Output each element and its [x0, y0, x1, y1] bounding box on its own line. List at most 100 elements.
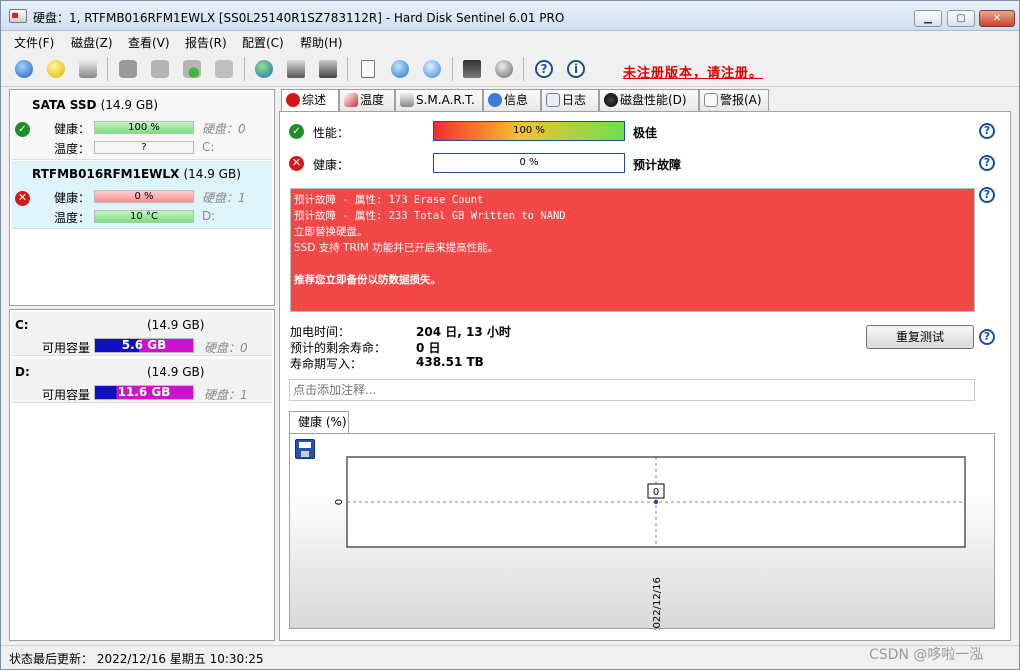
- ok-status-icon: ✓: [15, 122, 30, 137]
- register-link[interactable]: 未注册版本，请注册。: [623, 62, 763, 81]
- tab-smart[interactable]: S.M.A.R.T.: [395, 89, 483, 111]
- tab-performance[interactable]: 磁盘性能(D): [599, 89, 699, 111]
- x-tick-label: 2022/12/16: [652, 577, 663, 630]
- disk-name: SATA SSD (14.9 GB): [32, 98, 159, 112]
- gauge-icon: [604, 93, 618, 107]
- alert-blank: [294, 256, 971, 272]
- menu-view[interactable]: 查看(V): [128, 34, 170, 51]
- watermark: CSDN @哆啦一泓: [869, 647, 984, 663]
- error-status-icon: ✕: [15, 191, 30, 206]
- free-space-label: 可用容量: [42, 388, 91, 402]
- health-error-icon: ✕: [289, 156, 304, 171]
- alert-doc-icon: [704, 93, 718, 107]
- disk-number: 硬盘：1: [204, 388, 248, 402]
- volume-letter: D:: [15, 365, 30, 379]
- refresh-icon[interactable]: [11, 56, 37, 82]
- close-button[interactable]: ✕: [979, 10, 1015, 27]
- info-tab-icon: [488, 93, 502, 107]
- log-icon: [546, 93, 560, 107]
- volume-size: (14.9 GB): [147, 365, 205, 379]
- minimize-button[interactable]: ▁: [914, 10, 942, 27]
- volume-letter: C:: [15, 318, 29, 332]
- network-remove-icon[interactable]: [211, 56, 237, 82]
- power-on-value: 204 日, 13 小时: [416, 325, 511, 339]
- remaining-life-label: 预计的剩余寿命：: [290, 341, 387, 355]
- warning-icon[interactable]: [43, 56, 69, 82]
- menu-file[interactable]: 文件(F): [14, 34, 54, 51]
- y-tick-label: 0: [334, 499, 345, 505]
- remaining-life-value: 0 日: [416, 341, 441, 355]
- maximize-button[interactable]: ▢: [947, 10, 975, 27]
- status-bar: 状态最后更新： 2022/12/16 星期五 10:30:25: [1, 645, 1019, 669]
- help-icon[interactable]: ?: [979, 329, 995, 345]
- cloud-icon[interactable]: [419, 56, 445, 82]
- alert-line: SSD 支持 TRIM 功能并已开启来提高性能。: [294, 242, 499, 254]
- alert-message-box: 预计故障 - 属性: 173 Erase Count 预计故障 - 属性: 23…: [290, 188, 975, 312]
- performance-ok-icon: ✓: [289, 124, 304, 139]
- toolbar: ? i: [1, 51, 1019, 87]
- help-icon[interactable]: ?: [979, 123, 995, 139]
- performance-label: 性能：: [313, 126, 350, 140]
- tab-alerts[interactable]: 警报(A): [699, 89, 769, 111]
- tab-log[interactable]: 日志: [541, 89, 599, 111]
- speaker-icon[interactable]: [491, 56, 517, 82]
- disk-item-sata-ssd[interactable]: SATA SSD (14.9 GB) ✓ 健康： 100 % 硬盘：0 温度： …: [12, 92, 272, 160]
- temp-label: 温度：: [54, 142, 91, 156]
- data-label: 0: [653, 487, 659, 498]
- chart-panel: 0 2022/12/16 0: [289, 433, 995, 630]
- menu-report[interactable]: 报告(R): [185, 34, 227, 51]
- disk-name: RTFMB016RFM1EWLX (14.9 GB): [32, 167, 241, 181]
- error-tab-icon: [286, 93, 300, 107]
- info-icon[interactable]: i: [563, 56, 589, 82]
- health-label: 健康：: [54, 191, 91, 205]
- network-add-icon[interactable]: [147, 56, 173, 82]
- disk-item-rtfmb016[interactable]: RTFMB016RFM1EWLX (14.9 GB) ✕ 健康： 0 % 硬盘：…: [12, 161, 272, 229]
- menu-config[interactable]: 配置(C): [242, 34, 284, 51]
- free-space-bar: 5.6 GB: [94, 338, 194, 353]
- drive-icon[interactable]: [283, 56, 309, 82]
- window-title: 硬盘：1, RTFMB016RFM1EWLX [SS0L25140R1SZ783…: [33, 11, 565, 25]
- disk-number: 硬盘：0: [202, 122, 246, 136]
- free-space-bar: 11.6 GB: [94, 385, 194, 400]
- alert-line: 预计故障 - 属性: 173 Erase Count: [294, 194, 484, 206]
- status-text: 状态最后更新： 2022/12/16 星期五 10:30:25: [9, 652, 264, 666]
- monitor-icon[interactable]: [459, 56, 485, 82]
- help-icon[interactable]: ?: [531, 56, 557, 82]
- lifetime-written-value: 438.51 TB: [416, 355, 484, 369]
- help-icon[interactable]: ?: [979, 187, 995, 203]
- retest-button[interactable]: 重复测试: [866, 325, 974, 349]
- drive-letter: C:: [202, 140, 215, 154]
- volume-item-d[interactable]: D: (14.9 GB) 可用容量 11.6 GB 硬盘：1: [12, 359, 272, 403]
- health-bar: 100 %: [94, 121, 194, 134]
- menu-help[interactable]: 帮助(H): [300, 34, 342, 51]
- temp-bar: 10 °C: [94, 210, 194, 223]
- disk-icon[interactable]: [75, 56, 101, 82]
- app-icon[interactable]: [9, 9, 27, 23]
- volume-item-c[interactable]: C: (14.9 GB) 可用容量 5.6 GB 硬盘：0: [12, 312, 272, 356]
- app-window: 硬盘：1, RTFMB016RFM1EWLX [SS0L25140R1SZ783…: [0, 0, 1020, 670]
- network-ok-icon[interactable]: [179, 56, 205, 82]
- disk-number: 硬盘：0: [204, 341, 248, 355]
- tab-temperature[interactable]: 温度: [339, 89, 395, 111]
- comment-input[interactable]: [289, 379, 975, 401]
- menu-disk[interactable]: 磁盘(Z): [71, 34, 113, 51]
- data-point: [654, 500, 658, 504]
- network-disabled-icon[interactable]: [115, 56, 141, 82]
- alert-line: 立即替换硬盘。: [294, 226, 368, 238]
- document-icon[interactable]: [355, 56, 381, 82]
- lifetime-written-label: 寿命期写入：: [290, 357, 363, 371]
- free-space-label: 可用容量: [42, 341, 91, 355]
- tab-overview[interactable]: 综述: [281, 89, 339, 112]
- health-label: 健康：: [313, 158, 350, 172]
- sync-icon[interactable]: [387, 56, 413, 82]
- health-bar: 0 %: [94, 190, 194, 203]
- disk-number: 硬盘：1: [202, 191, 246, 205]
- drive-letter: D:: [202, 209, 216, 223]
- tab-info[interactable]: 信息: [483, 89, 541, 111]
- globe-icon[interactable]: [251, 56, 277, 82]
- chart-tab-health[interactable]: 健康 (%): [289, 411, 349, 434]
- disk-list: SATA SSD (14.9 GB) ✓ 健康： 100 % 硬盘：0 温度： …: [9, 89, 275, 306]
- temp-bar: ?: [94, 141, 194, 154]
- printer-icon[interactable]: [315, 56, 341, 82]
- help-icon[interactable]: ?: [979, 155, 995, 171]
